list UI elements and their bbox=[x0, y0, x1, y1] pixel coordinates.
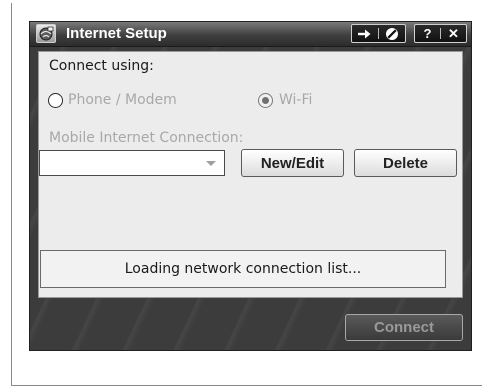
window-title: Internet Setup bbox=[66, 25, 167, 42]
connect-button[interactable]: Connect bbox=[345, 314, 463, 341]
internet-setup-dialog: Internet Setup ? ✕ Connect using: Phone … bbox=[29, 21, 472, 351]
radio-wifi-label[interactable]: Wi-Fi bbox=[279, 92, 312, 108]
internet-setup-icon[interactable] bbox=[36, 24, 56, 43]
radio-selected-dot bbox=[262, 97, 269, 104]
radio-wifi[interactable] bbox=[258, 93, 273, 108]
titlebar-system-group: ? ✕ bbox=[414, 24, 467, 43]
title-bar: Internet Setup ? ✕ bbox=[30, 22, 471, 47]
radio-phone-modem-label[interactable]: Phone / Modem bbox=[68, 92, 177, 108]
delete-button[interactable]: Delete bbox=[354, 149, 457, 177]
mobile-connection-dropdown[interactable] bbox=[39, 150, 225, 176]
connect-using-label: Connect using: bbox=[49, 58, 154, 74]
arrow-right-icon[interactable] bbox=[352, 25, 378, 42]
chevron-down-icon[interactable] bbox=[206, 161, 216, 166]
radio-phone-modem[interactable] bbox=[48, 93, 63, 108]
new-edit-button[interactable]: New/Edit bbox=[241, 149, 344, 177]
close-icon[interactable]: ✕ bbox=[441, 25, 466, 42]
titlebar-action-group bbox=[351, 24, 406, 43]
help-icon[interactable]: ? bbox=[415, 25, 440, 42]
mobile-connection-label: Mobile Internet Connection: bbox=[49, 130, 244, 146]
status-box: Loading network connection list... bbox=[40, 250, 446, 288]
no-entry-icon[interactable] bbox=[379, 25, 405, 42]
